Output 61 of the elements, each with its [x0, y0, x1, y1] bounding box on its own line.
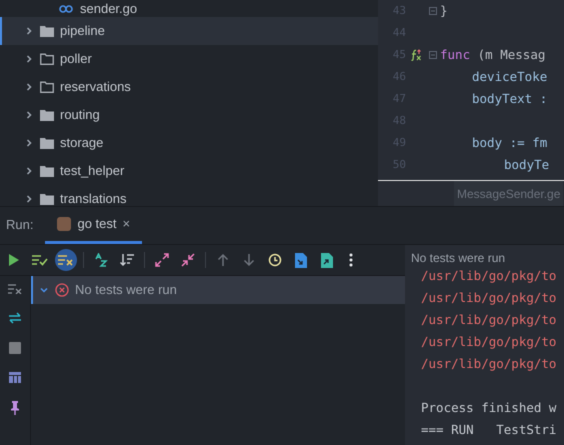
pin-icon[interactable] — [10, 401, 20, 415]
chevron-right-icon[interactable] — [24, 110, 34, 120]
tree-item[interactable]: reservations — [0, 73, 378, 101]
code-line: func (m Messag — [440, 46, 546, 64]
folder-icon — [40, 109, 54, 121]
show-ignored-button[interactable] — [55, 249, 77, 271]
code-line: bodyTe — [504, 156, 550, 174]
function-icon[interactable] — [410, 49, 422, 61]
test-tree-row[interactable]: No tests were run — [31, 276, 405, 304]
folder-icon — [40, 137, 54, 149]
error-icon — [55, 283, 69, 297]
code-line: bodyText : — [472, 90, 548, 108]
tree-item[interactable]: poller — [0, 45, 378, 73]
chevron-right-icon[interactable] — [24, 82, 34, 92]
console-line: /usr/lib/go/pkg/to — [421, 333, 558, 351]
tree-item-label: pipeline — [60, 22, 105, 40]
swap-arrows-icon[interactable] — [8, 312, 22, 324]
code-line: deviceToke — [472, 68, 548, 86]
tree-item-label: storage — [60, 134, 104, 152]
console-line: /usr/lib/go/pkg/to — [421, 289, 558, 307]
chevron-right-icon[interactable] — [24, 26, 34, 36]
tree-item[interactable]: translations — [0, 185, 378, 206]
show-ignored-icon — [58, 254, 74, 266]
tree-item-label: poller — [60, 50, 92, 68]
history-icon — [267, 252, 283, 268]
tree-item[interactable]: pipeline — [0, 17, 378, 45]
tree-item-label: routing — [60, 106, 100, 124]
console-line: Process finished w — [421, 399, 558, 417]
run-icon — [8, 253, 20, 267]
filter-clear-icon[interactable] — [8, 284, 22, 294]
folder-icon — [40, 25, 54, 37]
tree-item[interactable]: sender.go — [0, 0, 378, 17]
console-line: /usr/lib/go/pkg/to — [421, 267, 558, 285]
console-status: No tests were run — [410, 250, 506, 265]
tree-item[interactable]: test_helper — [0, 157, 378, 185]
layout-icon[interactable] — [9, 372, 21, 383]
chevron-right-icon[interactable] — [24, 166, 34, 176]
show-passed-icon — [32, 254, 48, 266]
chevron-right-icon[interactable] — [24, 194, 34, 204]
console-line: === RUN TestStri — [421, 421, 558, 439]
tree-item-label: test_helper — [60, 162, 124, 180]
chevron-down-icon[interactable] — [39, 285, 49, 295]
tree-item-label: translations — [60, 190, 126, 206]
code-line: body := fm — [472, 134, 548, 152]
folder-icon — [40, 165, 54, 177]
run-tab[interactable]: go test × — [45, 206, 142, 244]
console-line: /usr/lib/go/pkg/to — [421, 311, 558, 329]
tree-item-label: reservations — [60, 78, 131, 96]
tree-item[interactable]: routing — [0, 101, 378, 129]
tree-item[interactable]: storage — [0, 129, 378, 157]
code-line: } — [440, 2, 448, 20]
close-icon[interactable]: × — [122, 214, 130, 234]
run-label: Run: — [6, 216, 34, 234]
tree-item-label: sender.go — [80, 0, 138, 18]
folder-outline-icon — [40, 81, 54, 93]
chevron-right-icon[interactable] — [24, 138, 34, 148]
chevron-right-icon[interactable] — [24, 54, 34, 64]
test-status: No tests were run — [75, 281, 177, 300]
console-line: /usr/lib/go/pkg/to — [421, 355, 558, 373]
folder-outline-icon — [40, 53, 54, 65]
tab-label: go test — [77, 214, 116, 233]
